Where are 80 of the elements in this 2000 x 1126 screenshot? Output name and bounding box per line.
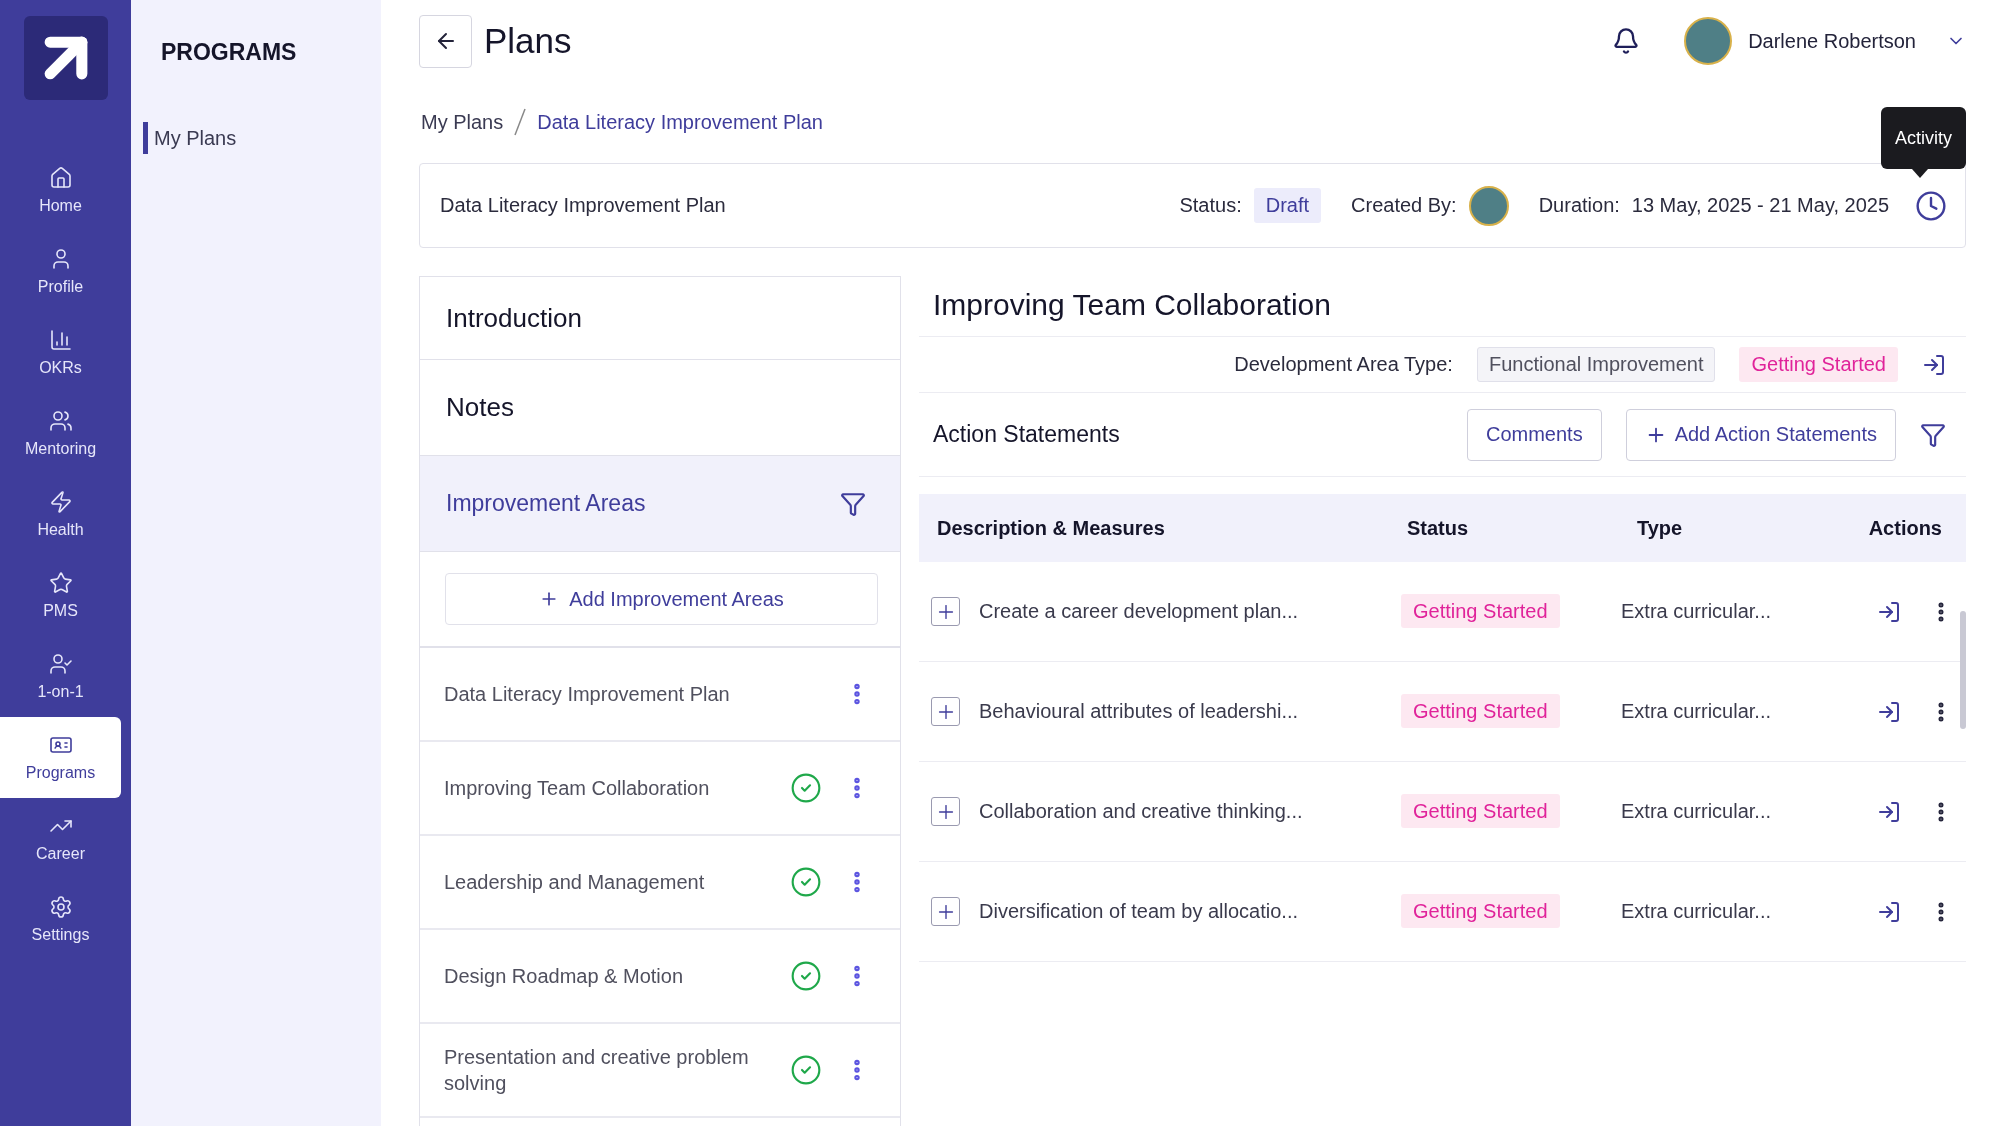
- breadcrumb-link[interactable]: Data Literacy Improvement Plan: [537, 110, 823, 134]
- comments-button[interactable]: Comments: [1466, 408, 1602, 461]
- bar-chart-icon: [48, 328, 73, 352]
- nav-item[interactable]: Profile: [0, 231, 121, 312]
- people-icon: [48, 409, 73, 433]
- enter-arrow-icon[interactable]: [1877, 899, 1901, 924]
- nav-item[interactable]: 1-on-1: [0, 636, 121, 717]
- table-cell-text: Behavioural attributes of leadershi...: [979, 700, 1300, 723]
- area-type-label: Development Area Type:: [1234, 353, 1453, 376]
- column-header: Type: [1637, 516, 1684, 540]
- improvement-area-name[interactable]: Improving Team Collaboration: [444, 775, 768, 801]
- area-type-badge: Functional Improvement: [1476, 347, 1716, 382]
- nav-item[interactable]: Settings: [0, 879, 121, 960]
- duration-label: Duration:: [1538, 194, 1620, 217]
- table-cell-text: Create a career development plan...: [979, 600, 1300, 623]
- filter-icon[interactable]: [840, 490, 866, 517]
- expand-button[interactable]: [931, 597, 960, 626]
- filter-icon[interactable]: [1920, 421, 1946, 448]
- column-header: Actions: [1867, 516, 1943, 540]
- table-cell-text: Extra curricular...: [1621, 800, 1773, 823]
- scrollbar-thumb[interactable]: [1960, 611, 1966, 729]
- panel-menu-item[interactable]: My Plans: [143, 122, 381, 154]
- creator-avatar: [1468, 185, 1509, 226]
- enter-arrow-icon[interactable]: [1877, 799, 1901, 824]
- plan-name: Data Literacy Improvement Plan: [440, 194, 726, 217]
- improvement-area-name[interactable]: Data Literacy Improvement Plan: [444, 681, 822, 707]
- table-cell-text: Extra curricular...: [1621, 900, 1773, 923]
- tooltip-arrow: [1912, 169, 1928, 178]
- status-badge: Draft: [1253, 188, 1322, 223]
- user-avatar: [1684, 17, 1733, 65]
- area-status-badge: Getting Started: [1739, 347, 1898, 382]
- table-cell-text: Collaboration and creative thinking...: [979, 800, 1304, 823]
- nav-item[interactable]: Health: [0, 474, 121, 555]
- expand-button[interactable]: [931, 697, 960, 726]
- nav-item[interactable]: Mentoring: [0, 393, 121, 474]
- status-badge: Getting Started: [1401, 594, 1560, 628]
- user-name: Darlene Robertson: [1748, 29, 1916, 53]
- nav-item[interactable]: Career: [0, 798, 121, 879]
- status-badge: Getting Started: [1401, 794, 1560, 828]
- enter-arrow-icon[interactable]: [1877, 599, 1901, 624]
- clock-icon[interactable]: [1915, 189, 1947, 222]
- table-cell-text: Extra curricular...: [1621, 700, 1773, 723]
- page-title: Plans: [484, 21, 572, 61]
- add-action-statements-button[interactable]: Add Action Statements: [1625, 408, 1896, 461]
- table-cell-text: Extra curricular...: [1621, 600, 1773, 623]
- nav-item[interactable]: Home: [0, 150, 121, 231]
- lightning-icon: [48, 490, 73, 514]
- app-logo[interactable]: [23, 16, 108, 100]
- home-icon: [48, 166, 73, 190]
- status-badge: Getting Started: [1401, 894, 1560, 928]
- tooltip: Activity: [1881, 107, 1966, 169]
- created-by-label: Created By:: [1351, 194, 1457, 217]
- section-title: Action Statements: [933, 421, 1120, 448]
- expand-button[interactable]: [931, 897, 960, 926]
- status-label: Status:: [1179, 194, 1242, 217]
- duration-value: 13 May, 2025 - 21 May, 2025: [1631, 194, 1889, 217]
- improvement-area-name[interactable]: Presentation and creative problem solving: [444, 1044, 768, 1096]
- improvement-area-name[interactable]: Leadership and Management: [444, 869, 768, 895]
- back-button[interactable]: [419, 14, 472, 68]
- nav-item[interactable]: PMS: [0, 555, 121, 636]
- panel-title: PROGRAMS: [161, 38, 298, 66]
- breadcrumb-separator: [513, 107, 528, 137]
- improvement-area-name[interactable]: Design Roadmap & Motion: [444, 963, 768, 989]
- table-cell-text: Diversification of team by allocatio...: [979, 900, 1300, 923]
- person-check-icon: [48, 652, 73, 676]
- expand-button[interactable]: [931, 797, 960, 826]
- enter-arrow-icon[interactable]: [1877, 699, 1901, 724]
- nav-item[interactable]: OKRs: [0, 312, 121, 393]
- settings-icon: [48, 895, 73, 919]
- enter-arrow-icon[interactable]: [1922, 352, 1946, 377]
- column-header: Description & Measures: [937, 516, 1166, 540]
- breadcrumb-link[interactable]: My Plans: [421, 110, 504, 134]
- area-title: Improving Team Collaboration: [919, 276, 1966, 337]
- section-tab[interactable]: Improvement Areas: [420, 456, 900, 552]
- add-improvement-areas-button[interactable]: Add Improvement Areas: [445, 573, 878, 625]
- nav-item[interactable]: Programs: [0, 717, 121, 798]
- notification-bell-icon[interactable]: [1612, 27, 1641, 55]
- column-header: Status: [1407, 516, 1470, 540]
- star-icon: [48, 571, 73, 595]
- status-badge: Getting Started: [1401, 694, 1560, 728]
